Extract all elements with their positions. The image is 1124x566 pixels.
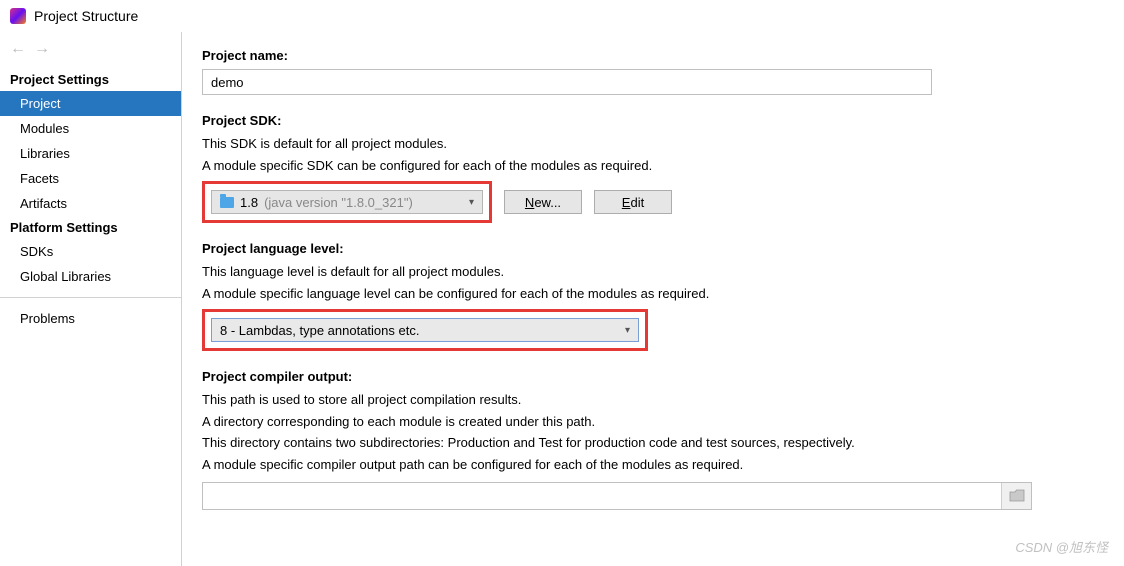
sidebar: ← → Project Settings Project Modules Lib… bbox=[0, 32, 182, 566]
project-name-label: Project name: bbox=[202, 48, 1104, 63]
project-sdk-label: Project SDK: bbox=[202, 113, 1104, 128]
window-title: Project Structure bbox=[34, 8, 138, 24]
lang-level-desc2: A module specific language level can be … bbox=[202, 284, 1104, 304]
divider bbox=[0, 297, 181, 298]
language-level-dropdown[interactable]: 8 - Lambdas, type annotations etc. ▾ bbox=[211, 318, 639, 342]
sidebar-item-sdks[interactable]: SDKs bbox=[0, 239, 181, 264]
compiler-output-row bbox=[202, 482, 1032, 510]
compiler-output-desc4: A module specific compiler output path c… bbox=[202, 455, 1104, 475]
compiler-output-desc3: This directory contains two subdirectori… bbox=[202, 433, 1104, 453]
compiler-output-label: Project compiler output: bbox=[202, 369, 1104, 384]
app-icon bbox=[10, 8, 26, 24]
project-name-input[interactable] bbox=[202, 69, 932, 95]
lang-level-desc1: This language level is default for all p… bbox=[202, 262, 1104, 282]
section-platform-settings: Platform Settings bbox=[0, 216, 181, 239]
lang-highlight: 8 - Lambdas, type annotations etc. ▾ bbox=[202, 309, 648, 351]
folder-icon bbox=[220, 197, 234, 208]
lang-level-label: Project language level: bbox=[202, 241, 1104, 256]
sdk-value: 1.8 bbox=[240, 195, 258, 210]
language-level-value: 8 - Lambdas, type annotations etc. bbox=[220, 323, 419, 338]
sidebar-item-global-libraries[interactable]: Global Libraries bbox=[0, 264, 181, 289]
sidebar-item-artifacts[interactable]: Artifacts bbox=[0, 191, 181, 216]
sdk-detail: (java version "1.8.0_321") bbox=[264, 195, 413, 210]
sidebar-item-project[interactable]: Project bbox=[0, 91, 181, 116]
project-sdk-desc1: This SDK is default for all project modu… bbox=[202, 134, 1104, 154]
content-panel: Project name: Project SDK: This SDK is d… bbox=[182, 32, 1124, 566]
sidebar-item-facets[interactable]: Facets bbox=[0, 166, 181, 191]
project-name-section: Project name: bbox=[202, 48, 1104, 95]
project-sdk-desc2: A module specific SDK can be configured … bbox=[202, 156, 1104, 176]
sdk-highlight: 1.8 (java version "1.8.0_321") ▾ bbox=[202, 181, 492, 223]
browse-folder-button[interactable] bbox=[1001, 483, 1031, 509]
watermark: CSDN @旭东怪 bbox=[1015, 537, 1108, 556]
compiler-output-desc1: This path is used to store all project c… bbox=[202, 390, 1104, 410]
sidebar-item-problems[interactable]: Problems bbox=[0, 306, 181, 331]
back-arrow-icon[interactable]: ← bbox=[10, 40, 26, 58]
sidebar-item-libraries[interactable]: Libraries bbox=[0, 141, 181, 166]
titlebar: Project Structure bbox=[0, 0, 1124, 32]
forward-arrow-icon[interactable]: → bbox=[34, 40, 50, 58]
compiler-output-desc2: A directory corresponding to each module… bbox=[202, 412, 1104, 432]
chevron-down-icon: ▾ bbox=[469, 197, 474, 208]
folder-icon bbox=[1009, 489, 1025, 503]
sidebar-item-modules[interactable]: Modules bbox=[0, 116, 181, 141]
section-project-settings: Project Settings bbox=[0, 68, 181, 91]
compiler-output-input[interactable] bbox=[203, 483, 1001, 509]
lang-level-section: Project language level: This language le… bbox=[202, 241, 1104, 351]
nav-arrows: ← → bbox=[0, 36, 181, 68]
compiler-output-section: Project compiler output: This path is us… bbox=[202, 369, 1104, 510]
chevron-down-icon: ▾ bbox=[625, 325, 630, 336]
project-sdk-section: Project SDK: This SDK is default for all… bbox=[202, 113, 1104, 223]
sdk-dropdown[interactable]: 1.8 (java version "1.8.0_321") ▾ bbox=[211, 190, 483, 214]
edit-sdk-button[interactable]: Edit bbox=[594, 190, 672, 214]
new-sdk-button[interactable]: New... bbox=[504, 190, 582, 214]
